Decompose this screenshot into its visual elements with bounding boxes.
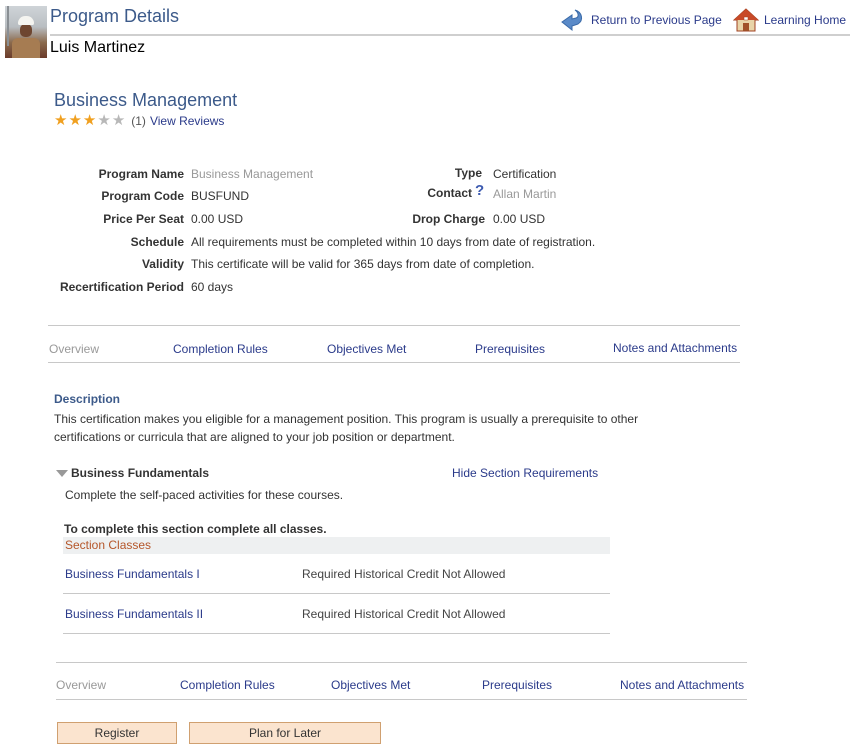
tab-prerequisites[interactable]: Prerequisites [475, 342, 545, 356]
program-code-label: Program Code [101, 189, 184, 203]
section-rule: To complete this section complete all cl… [64, 522, 327, 536]
tab-overview-bottom[interactable]: Overview [56, 678, 106, 692]
return-previous-label: Return to Previous Page [591, 13, 722, 27]
description-line-2: certifications or curricula that are ali… [54, 430, 455, 444]
price-label: Price Per Seat [103, 212, 184, 226]
section-classes-heading: Section Classes [65, 538, 152, 552]
learning-home-label: Learning Home [764, 13, 847, 27]
star-empty-icon: ★ [97, 112, 111, 129]
program-name-label: Program Name [98, 167, 184, 181]
validity-label: Validity [141, 257, 184, 271]
collapse-triangle-icon[interactable] [56, 470, 68, 478]
tab-objectives-met-bottom[interactable]: Objectives Met [331, 678, 410, 692]
return-arrow-icon [561, 9, 583, 32]
contact-value: Allan Martin [493, 187, 557, 201]
tab-completion-rules-bottom[interactable]: Completion Rules [180, 678, 275, 692]
avatar-face [20, 24, 32, 37]
section-instructions: Complete the self-paced activities for t… [65, 488, 344, 502]
recert-label: Recertification Period [59, 280, 184, 294]
review-count: (1) [131, 113, 146, 128]
register-button[interactable]: Register [57, 722, 177, 744]
plan-for-later-button[interactable]: Plan for Later [189, 722, 381, 744]
tabs-bottom-border [48, 362, 740, 363]
row-divider [63, 593, 610, 594]
tab-overview[interactable]: Overview [49, 342, 99, 356]
page-title: Program Details [50, 6, 180, 26]
recert-value: 60 days [191, 280, 234, 294]
section-title: Business Fundamentals [71, 466, 210, 480]
tab-notes-attachments-bottom[interactable]: Notes and Attachments [620, 678, 744, 692]
program-code-value: BUSFUND [191, 189, 250, 203]
tabs-top-border [48, 325, 740, 326]
avatar-helmet [18, 16, 34, 25]
tabs-bottom-bottom-border [56, 699, 747, 700]
title-divider [50, 34, 850, 36]
drop-charge-label: Drop Charge [412, 212, 485, 226]
schedule-label: Schedule [130, 235, 184, 249]
avatar-body [12, 38, 40, 58]
description-heading: Description [54, 392, 121, 406]
tab-prerequisites-bottom[interactable]: Prerequisites [482, 678, 552, 692]
type-value: Certification [493, 167, 557, 181]
class-link[interactable]: Business Fundamentals II [65, 607, 203, 621]
class-status: Required Historical Credit Not Allowed [302, 567, 506, 581]
hide-section-requirements-link[interactable]: Hide Section Requirements [452, 466, 598, 480]
class-link[interactable]: Business Fundamentals I [65, 567, 200, 581]
view-reviews-link[interactable]: View Reviews [150, 114, 224, 128]
program-title: Business Management [54, 90, 238, 110]
type-label: Type [454, 166, 482, 180]
star-filled-icon: ★ [82, 112, 97, 129]
rating: ★ ★ ★ ★ ★ (1) View Reviews [54, 113, 224, 128]
user-avatar [5, 6, 47, 58]
program-name-value: Business Management [191, 167, 314, 181]
section-header[interactable]: Business Fundamentals [56, 466, 209, 480]
tabs-bottom-top-border [56, 662, 747, 663]
description-line-1: This certification makes you eligible fo… [54, 412, 639, 426]
home-icon [733, 8, 759, 32]
validity-value: This certificate will be valid for 365 d… [191, 257, 535, 271]
return-previous-link[interactable]: Return to Previous Page [560, 8, 722, 32]
schedule-value: All requirements must be completed withi… [191, 235, 596, 249]
user-name: Luis Martinez [50, 39, 146, 56]
learning-home-link[interactable]: Learning Home [733, 8, 846, 32]
row-divider [63, 633, 610, 634]
drop-charge-value: 0.00 USD [493, 212, 546, 226]
tab-notes-attachments[interactable]: Notes and Attachments [613, 341, 737, 355]
contact-label: Contact [427, 186, 472, 200]
class-status: Required Historical Credit Not Allowed [302, 607, 506, 621]
contact-help-icon[interactable]: ? [475, 182, 484, 199]
star-filled-icon: ★ [54, 112, 68, 129]
avatar-bg [7, 6, 9, 46]
tab-completion-rules[interactable]: Completion Rules [173, 342, 268, 356]
price-value: 0.00 USD [191, 212, 244, 226]
star-empty-icon: ★ [111, 112, 126, 129]
tab-objectives-met[interactable]: Objectives Met [327, 342, 406, 356]
star-filled-icon: ★ [68, 112, 82, 129]
